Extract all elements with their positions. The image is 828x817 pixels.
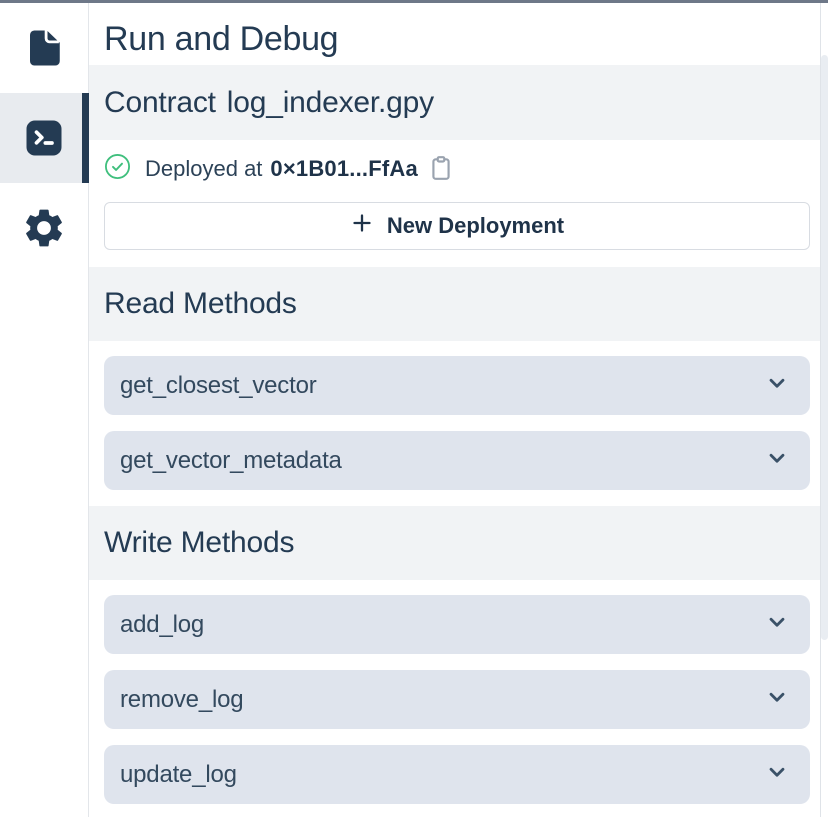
new-deployment-label: New Deployment <box>387 213 564 239</box>
plus-icon <box>350 211 374 241</box>
clipboard-icon <box>428 154 454 185</box>
run-and-debug-layout: Run and Debug Contract log_indexer.gpy D… <box>0 3 828 817</box>
method-label: get_closest_vector <box>120 372 317 400</box>
method-row-remove_log[interactable]: remove_log <box>104 670 810 729</box>
method-row-get_closest_vector[interactable]: get_closest_vector <box>104 356 810 415</box>
method-row-add_log[interactable]: add_log <box>104 595 810 654</box>
section-header: Write Methods <box>89 506 820 580</box>
gear-icon <box>21 205 67 251</box>
activity-bar-item-settings[interactable] <box>0 183 88 273</box>
terminal-icon <box>24 118 64 158</box>
new-deployment-button[interactable]: New Deployment <box>104 202 810 250</box>
copy-address-button[interactable] <box>428 154 454 185</box>
chevron-down-icon <box>764 609 790 640</box>
active-item-indicator <box>82 93 89 183</box>
chevron-down-icon <box>764 684 790 715</box>
file-icon <box>23 26 65 70</box>
activity-bar-item-terminal[interactable] <box>0 93 88 183</box>
chevron-down-icon <box>764 445 790 476</box>
section-title: Write Methods <box>104 526 294 560</box>
chevron-down-icon <box>764 370 790 401</box>
method-row-update_log[interactable]: update_log <box>104 745 810 804</box>
scrollbar-thumb[interactable] <box>821 55 828 640</box>
method-label: update_log <box>120 761 237 789</box>
deployed-at-label: Deployed at <box>145 156 262 182</box>
deployment-status: Deployed at 0×1B01...FfAa <box>104 151 810 187</box>
activity-bar-item-files[interactable] <box>0 3 88 93</box>
scrollbar-track[interactable] <box>820 3 828 817</box>
run-and-debug-panel: Run and Debug Contract log_indexer.gpy D… <box>89 3 820 817</box>
method-section: Write Methods add_log remove_log update_… <box>89 506 820 804</box>
check-circle-icon <box>104 153 131 186</box>
method-label: get_vector_metadata <box>120 447 342 475</box>
contract-address: 0×1B01...FfAa <box>270 156 418 182</box>
activity-bar <box>0 3 89 817</box>
section-header: Read Methods <box>89 267 820 341</box>
method-row-get_vector_metadata[interactable]: get_vector_metadata <box>104 431 810 490</box>
method-label: add_log <box>120 611 204 639</box>
section-rows: add_log remove_log update_log <box>89 580 820 804</box>
contract-label: Contract <box>104 86 216 120</box>
section-title: Read Methods <box>104 287 297 321</box>
section-rows: get_closest_vector get_vector_metadata <box>89 341 820 490</box>
chevron-down-icon <box>764 759 790 790</box>
contract-header: Contract log_indexer.gpy <box>89 65 820 140</box>
contract-filename: log_indexer.gpy <box>227 86 434 120</box>
method-label: remove_log <box>120 686 243 714</box>
page-title: Run and Debug <box>89 3 820 65</box>
method-section: Read Methods get_closest_vector get_vect… <box>89 267 820 490</box>
method-sections: Read Methods get_closest_vector get_vect… <box>89 267 820 804</box>
